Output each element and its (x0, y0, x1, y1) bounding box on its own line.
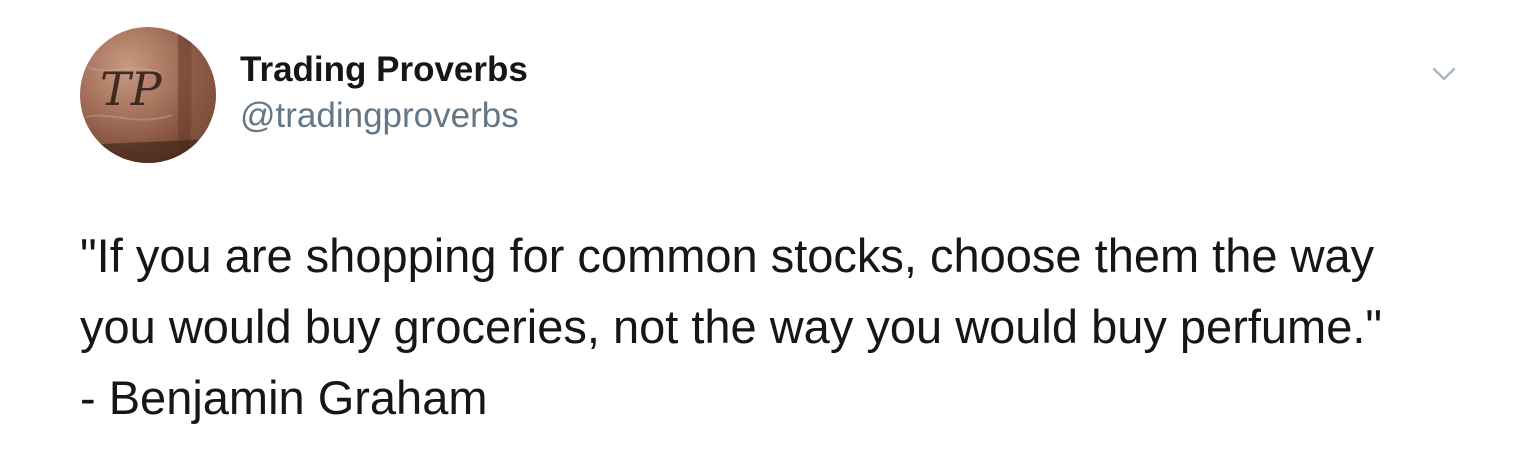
tweet-text-line: you would buy groceries, not the way you… (80, 300, 1383, 353)
tweet-card: TP Trading Proverbs @tradingproverbs "If… (0, 0, 1515, 454)
chevron-down-icon[interactable] (1428, 62, 1460, 86)
avatar[interactable]: TP (80, 27, 216, 163)
author-name[interactable]: Trading Proverbs (240, 49, 528, 91)
tweet-text-line: "If you are shopping for common stocks, … (80, 229, 1375, 282)
avatar-image: TP (80, 27, 216, 163)
tweet-text-line: - Benjamin Graham (80, 371, 488, 424)
tweet-text: "If you are shopping for common stocks, … (80, 220, 1480, 433)
author-handle[interactable]: @tradingproverbs (240, 95, 519, 137)
avatar-monogram: TP (100, 62, 163, 116)
